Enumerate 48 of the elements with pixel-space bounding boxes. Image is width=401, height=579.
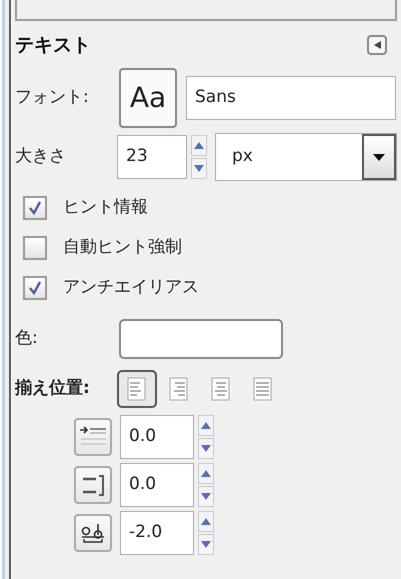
down-arrow-icon bbox=[194, 165, 204, 172]
up-arrow-icon bbox=[201, 422, 211, 429]
down-arrow-icon bbox=[201, 445, 211, 452]
spin-up-button[interactable] bbox=[198, 463, 214, 484]
letter-spacing-icon bbox=[74, 514, 112, 552]
spin-down-button[interactable] bbox=[198, 438, 214, 459]
spin-down-button[interactable] bbox=[198, 486, 214, 507]
option-label: ヒント情報 bbox=[63, 196, 148, 220]
justify-label: 揃え位置: bbox=[15, 377, 91, 400]
checkbox[interactable] bbox=[23, 196, 47, 220]
size-field[interactable]: 23 bbox=[117, 135, 187, 179]
unit-dropdown[interactable]: px bbox=[215, 133, 397, 181]
spacing-field[interactable]: -2.0 bbox=[120, 511, 194, 555]
spin-up-button[interactable] bbox=[198, 511, 214, 532]
spin-down-button[interactable] bbox=[198, 534, 214, 555]
down-arrow-icon bbox=[201, 493, 211, 500]
align-center-icon bbox=[211, 377, 231, 401]
checkmark-icon bbox=[28, 281, 42, 295]
spacing-field[interactable]: 0.0 bbox=[120, 415, 194, 459]
justify-button[interactable] bbox=[117, 370, 157, 408]
down-arrow-icon bbox=[201, 541, 211, 548]
spin-up-button[interactable] bbox=[191, 135, 207, 156]
left-arrow-icon bbox=[373, 41, 381, 49]
align-right-icon bbox=[169, 377, 189, 401]
indent-icon bbox=[74, 418, 112, 456]
option-label: 自動ヒント強制 bbox=[63, 236, 182, 260]
up-arrow-icon bbox=[201, 470, 211, 477]
checkbox[interactable] bbox=[23, 236, 47, 260]
spin-up-button[interactable] bbox=[198, 415, 214, 436]
line-spacing-icon bbox=[74, 466, 112, 504]
color-button[interactable] bbox=[119, 319, 283, 359]
color-label: 色: bbox=[15, 327, 39, 350]
section-title: テキスト bbox=[15, 32, 91, 58]
font-preview-button[interactable]: Aa bbox=[119, 68, 177, 128]
collapse-button[interactable] bbox=[367, 35, 387, 55]
size-label: 大きさ bbox=[15, 145, 67, 168]
up-arrow-icon bbox=[201, 518, 211, 525]
spin-down-button[interactable] bbox=[191, 158, 207, 179]
checkbox[interactable] bbox=[23, 276, 47, 300]
checkmark-icon bbox=[28, 201, 42, 215]
font-field[interactable]: Sans bbox=[186, 76, 396, 120]
unit-value: px bbox=[232, 145, 253, 168]
align-fill-icon bbox=[253, 377, 273, 401]
option-label: アンチエイリアス bbox=[63, 276, 199, 300]
spacing-field[interactable]: 0.0 bbox=[120, 463, 194, 507]
up-arrow-icon bbox=[194, 142, 204, 149]
font-label: フォント: bbox=[15, 86, 90, 110]
align-left-icon bbox=[127, 377, 147, 401]
